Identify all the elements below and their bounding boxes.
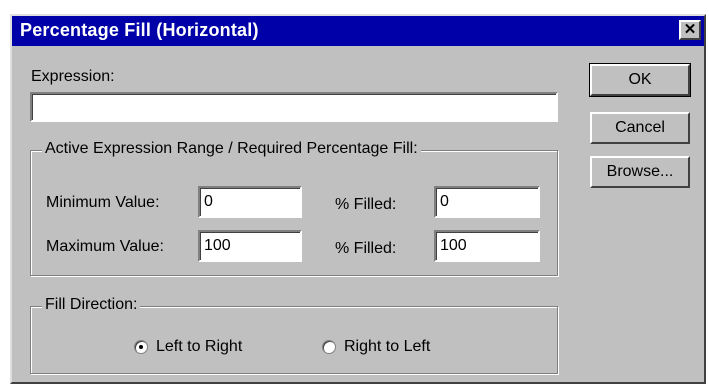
expression-input[interactable] bbox=[30, 92, 558, 122]
percentage-fill-dialog: Percentage Fill (Horizontal) ✕ Expressio… bbox=[10, 14, 706, 384]
radio-checked-icon bbox=[134, 340, 148, 354]
min-filled-input[interactable] bbox=[434, 186, 540, 218]
fill-direction-groupbox: Fill Direction: bbox=[30, 296, 558, 374]
radio-left-to-right[interactable]: Left to Right bbox=[134, 338, 242, 356]
radio-unchecked-icon bbox=[322, 340, 336, 354]
max-value-label: Maximum Value: bbox=[46, 238, 164, 255]
min-filled-label: % Filled: bbox=[335, 196, 397, 213]
max-filled-label: % Filled: bbox=[335, 240, 397, 257]
cancel-button[interactable]: Cancel bbox=[590, 112, 690, 144]
range-groupbox-title: Active Expression Range / Required Perce… bbox=[42, 140, 421, 158]
radio-left-to-right-label: Left to Right bbox=[156, 338, 243, 355]
browse-button[interactable]: Browse... bbox=[590, 156, 690, 188]
max-filled-input[interactable] bbox=[434, 230, 540, 262]
radio-right-to-left[interactable]: Right to Left bbox=[322, 338, 430, 356]
max-value-input[interactable] bbox=[198, 230, 302, 262]
dialog-title: Percentage Fill (Horizontal) bbox=[20, 20, 259, 40]
title-bar: Percentage Fill (Horizontal) ✕ bbox=[12, 16, 704, 46]
ok-button[interactable]: OK bbox=[589, 63, 691, 97]
min-value-input[interactable] bbox=[198, 186, 302, 218]
radio-right-to-left-label: Right to Left bbox=[344, 338, 431, 355]
expression-label: Expression: bbox=[31, 68, 115, 85]
fill-direction-title: Fill Direction: bbox=[42, 296, 141, 314]
close-icon[interactable]: ✕ bbox=[679, 20, 701, 40]
min-value-label: Minimum Value: bbox=[46, 194, 160, 211]
